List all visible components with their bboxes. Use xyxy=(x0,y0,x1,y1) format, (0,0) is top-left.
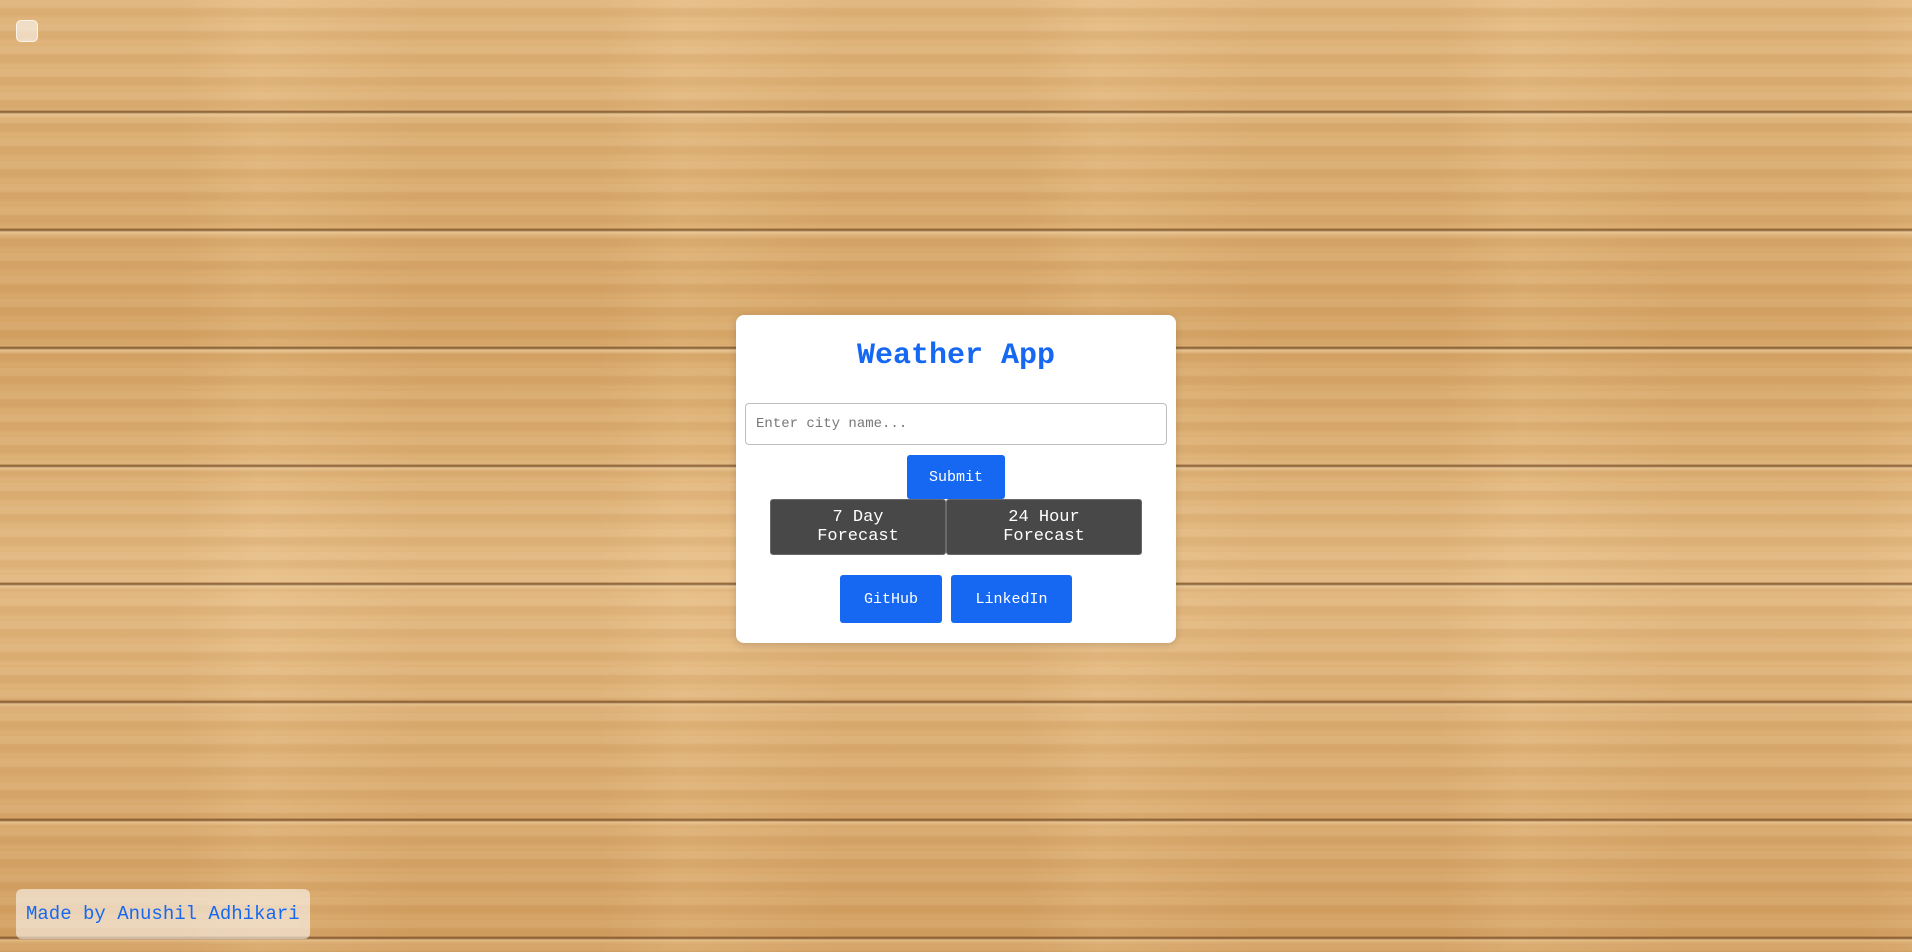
github-link-button[interactable]: GitHub xyxy=(840,575,942,623)
forecast-toggle-group: 7 Day Forecast 24 Hour Forecast xyxy=(770,499,1142,555)
social-links: GitHub LinkedIn xyxy=(840,575,1072,623)
city-search-input[interactable] xyxy=(745,403,1167,445)
submit-button[interactable]: Submit xyxy=(907,455,1005,499)
author-credit: Made by Anushil Adhikari xyxy=(16,889,310,939)
twenty-four-hour-forecast-button[interactable]: 24 Hour Forecast xyxy=(946,499,1142,555)
weather-card: Weather App Submit 7 Day Forecast 24 Hou… xyxy=(736,315,1176,643)
seven-day-forecast-button[interactable]: 7 Day Forecast xyxy=(770,499,946,555)
app-title: Weather App xyxy=(856,339,1056,373)
linkedin-link-button[interactable]: LinkedIn xyxy=(951,575,1072,623)
menu-toggle-button[interactable] xyxy=(16,20,38,42)
